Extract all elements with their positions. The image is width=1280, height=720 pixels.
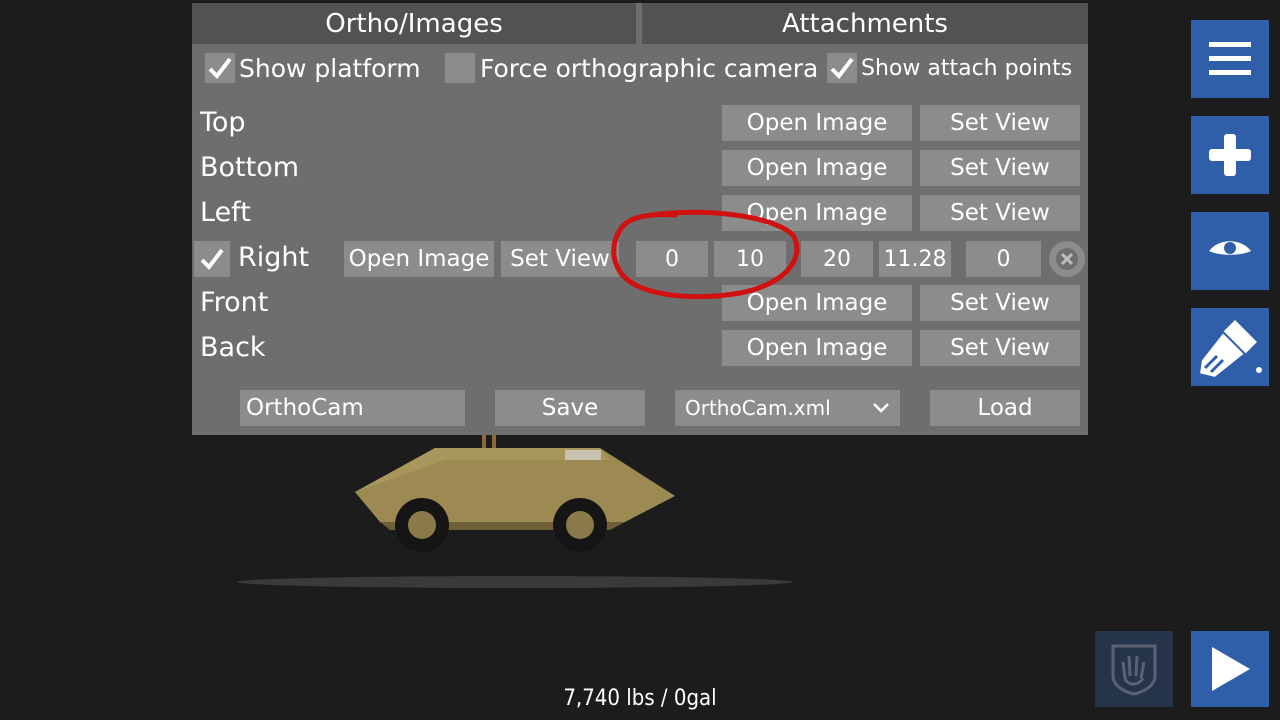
show-attach-checkbox[interactable] xyxy=(827,53,857,83)
right-set-view-button[interactable]: Set View xyxy=(501,241,619,277)
view-label-front: Front xyxy=(200,287,269,318)
menu-button[interactable] xyxy=(1191,20,1269,98)
show-attach-toggle[interactable]: Show attach points xyxy=(827,53,1072,83)
right-offset-y-field[interactable]: 10 xyxy=(714,241,786,277)
left-set-view-button[interactable]: Set View xyxy=(920,195,1080,231)
load-button[interactable]: Load xyxy=(930,390,1080,426)
show-attach-label: Show attach points xyxy=(861,55,1073,81)
paint-button[interactable] xyxy=(1191,308,1269,386)
right-scale-field[interactable]: 11.28 xyxy=(879,241,951,277)
weight-fuel-status: 7,740 lbs / 0gal xyxy=(563,686,717,711)
close-icon xyxy=(1056,248,1078,270)
right-view-checkbox[interactable] xyxy=(194,241,230,277)
front-open-image-button[interactable]: Open Image xyxy=(722,285,912,321)
right-open-image-button[interactable]: Open Image xyxy=(344,241,494,277)
back-open-image-button[interactable]: Open Image xyxy=(722,330,912,366)
force-ortho-label: Force orthographic camera xyxy=(480,53,819,83)
left-open-image-button[interactable]: Open Image xyxy=(722,195,912,231)
checkmark-icon xyxy=(830,57,854,80)
view-label-back: Back xyxy=(200,332,266,363)
paintbrush-icon xyxy=(1197,320,1262,380)
force-ortho-checkbox[interactable] xyxy=(445,53,475,83)
show-platform-checkbox[interactable] xyxy=(205,53,235,83)
right-remove-button[interactable] xyxy=(1049,241,1085,277)
show-platform-label: Show platform xyxy=(239,53,421,83)
right-rotation-field[interactable]: 0 xyxy=(966,241,1041,277)
checkmark-icon xyxy=(200,248,224,271)
checkmark-icon xyxy=(208,57,232,80)
config-file-selected: OrthoCam.xml xyxy=(685,396,831,420)
front-set-view-button[interactable]: Set View xyxy=(920,285,1080,321)
vehicle-model xyxy=(237,435,793,588)
add-part-button[interactable] xyxy=(1191,116,1269,194)
view-label-left: Left xyxy=(200,197,251,228)
right-offset-x-field[interactable]: 0 xyxy=(636,241,708,277)
ortho-panel: Ortho/Images Attachments Show platform F… xyxy=(192,3,1088,435)
view-label-bottom: Bottom xyxy=(200,152,300,183)
right-offset-z-field[interactable]: 20 xyxy=(801,241,873,277)
view-button[interactable] xyxy=(1191,212,1269,290)
save-button[interactable]: Save xyxy=(495,390,645,426)
config-file-dropdown[interactable]: OrthoCam.xml xyxy=(675,390,900,426)
view-label-top: Top xyxy=(200,107,246,138)
force-ortho-toggle[interactable]: Force orthographic camera xyxy=(445,53,818,83)
bottom-open-image-button[interactable]: Open Image xyxy=(722,150,912,186)
tab-ortho-images[interactable]: Ortho/Images xyxy=(192,3,636,44)
show-platform-toggle[interactable]: Show platform xyxy=(205,53,421,83)
menu-icon xyxy=(1209,42,1251,75)
view-label-right: Right xyxy=(238,242,310,273)
config-name-input[interactable]: OrthoCam xyxy=(240,390,465,426)
back-set-view-button[interactable]: Set View xyxy=(920,330,1080,366)
plus-icon xyxy=(1209,134,1251,176)
chevron-down-icon xyxy=(873,403,889,413)
eye-icon xyxy=(1209,241,1251,255)
top-set-view-button[interactable]: Set View xyxy=(920,105,1080,141)
tab-attachments[interactable]: Attachments xyxy=(642,3,1088,44)
top-open-image-button[interactable]: Open Image xyxy=(722,105,912,141)
bottom-set-view-button[interactable]: Set View xyxy=(920,150,1080,186)
